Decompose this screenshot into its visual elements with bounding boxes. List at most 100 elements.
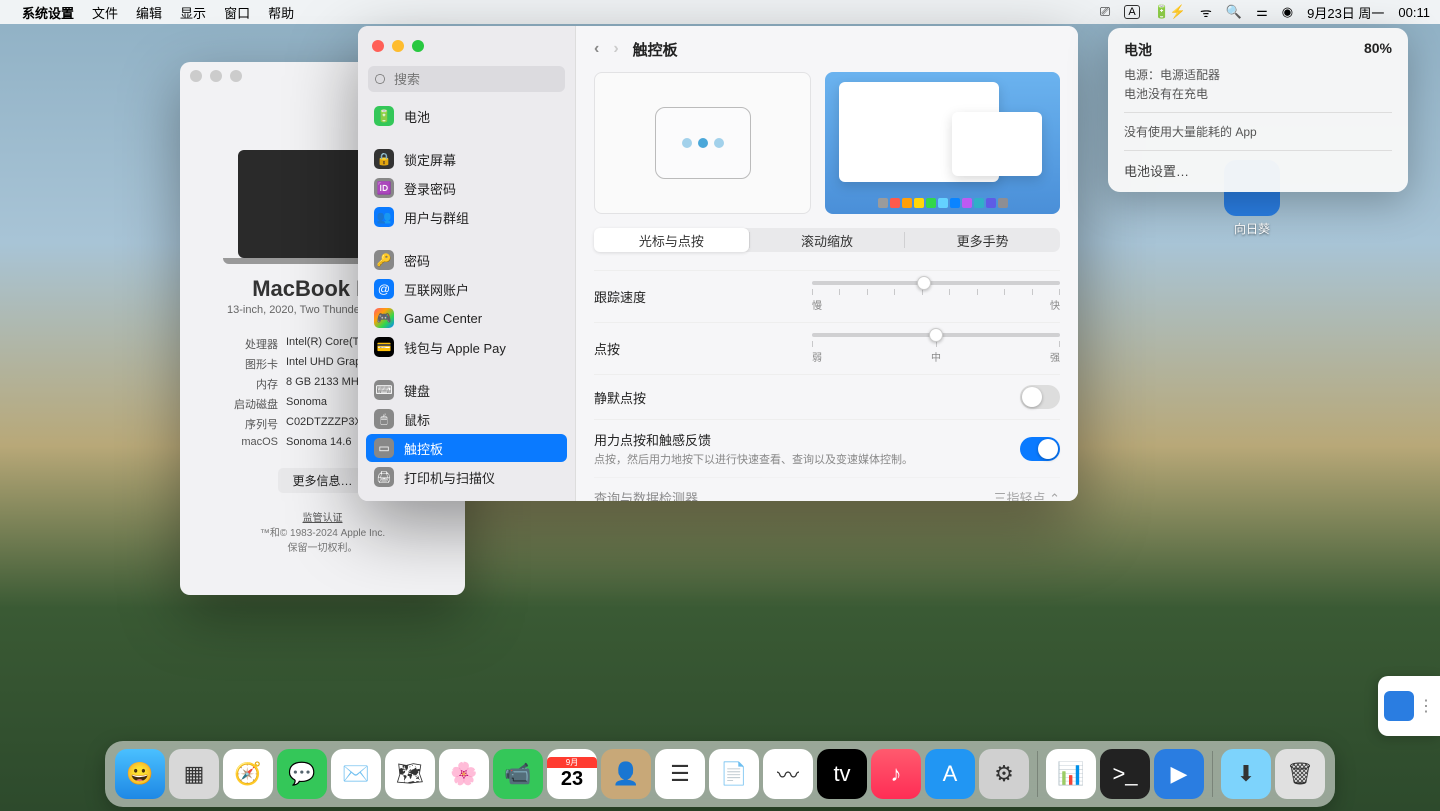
back-button[interactable]: ‹ bbox=[594, 40, 599, 58]
sidebar-icon: ▭ bbox=[374, 438, 394, 458]
battery-not-charging: 电池没有在充电 bbox=[1124, 85, 1392, 102]
sidebar-item-用户与群组[interactable]: 👥用户与群组 bbox=[366, 203, 567, 231]
force-click-label: 用力点按和触感反馈 bbox=[594, 430, 913, 449]
menu-file[interactable]: 文件 bbox=[92, 3, 118, 22]
page-title: 触控板 bbox=[633, 39, 678, 60]
dock-launchpad[interactable]: ▦ bbox=[169, 749, 219, 799]
dock-mail[interactable]: ✉️ bbox=[331, 749, 381, 799]
sidebar-item-触控板[interactable]: ▭ 触控板 bbox=[366, 434, 567, 462]
sidebar-item-互联网账户[interactable]: @互联网账户 bbox=[366, 275, 567, 303]
regulatory-link[interactable]: 监管认证 bbox=[303, 513, 343, 524]
dock-appstore[interactable]: A bbox=[925, 749, 975, 799]
screen-mirror-icon[interactable]: ⎚ bbox=[1100, 4, 1110, 20]
sidebar-label: 互联网账户 bbox=[404, 280, 469, 299]
dock-photos[interactable]: 🌸 bbox=[439, 749, 489, 799]
sidebar-icon: 🔒 bbox=[374, 149, 394, 169]
sidebar-label: Game Center bbox=[404, 311, 482, 326]
battery-no-heavy-apps: 没有使用大量能耗的 App bbox=[1124, 123, 1392, 140]
input-source-icon[interactable]: A bbox=[1124, 5, 1139, 19]
more-info-button[interactable]: 更多信息… bbox=[278, 468, 366, 493]
siri-icon[interactable]: ◉ bbox=[1282, 4, 1293, 20]
settings-main: ‹ › 触控板 光标与点按 滚动缩放 bbox=[576, 26, 1078, 501]
silent-click-toggle[interactable] bbox=[1020, 385, 1060, 409]
sidebar-icon: 🆔 bbox=[374, 178, 394, 198]
sidebar-icon: 🔑 bbox=[374, 250, 394, 270]
sidebar-label: 锁定屏幕 bbox=[404, 150, 456, 169]
sidebar-item-登录密码[interactable]: 🆔登录密码 bbox=[366, 174, 567, 202]
sidebar-item-电池[interactable]: 🔋电池 bbox=[366, 102, 567, 130]
sidebar-item-锁定屏幕[interactable]: 🔒 锁定屏幕 bbox=[366, 145, 567, 173]
dock-messages[interactable]: 💬 bbox=[277, 749, 327, 799]
click-slider[interactable] bbox=[812, 333, 1060, 337]
dock-reminders[interactable]: ☰ bbox=[655, 749, 705, 799]
about-zoom-button[interactable] bbox=[230, 70, 242, 82]
sidebar-label: 密码 bbox=[404, 251, 430, 270]
search-input[interactable] bbox=[368, 66, 565, 92]
sidebar-icon: 💳 bbox=[374, 337, 394, 357]
widget-menu-icon[interactable]: ⋮ bbox=[1418, 696, 1434, 716]
close-button[interactable] bbox=[372, 40, 384, 52]
dock-tv[interactable]: tv bbox=[817, 749, 867, 799]
dock: 😀▦🧭💬✉️🗺🌸📹9月23👤☰📄〰tv♪A⚙ 📊>_▶ ⬇🗑 bbox=[105, 741, 1335, 807]
control-center-icon[interactable]: ⚌ bbox=[1256, 4, 1268, 20]
wifi-icon[interactable]: ᯤ bbox=[1200, 3, 1212, 21]
silent-click-label: 静默点按 bbox=[594, 388, 646, 407]
menu-edit[interactable]: 编辑 bbox=[136, 3, 162, 22]
sidebar-label: 触控板 bbox=[404, 439, 443, 458]
battery-title: 电池 bbox=[1124, 40, 1152, 60]
menu-help[interactable]: 帮助 bbox=[268, 3, 294, 22]
zoom-button[interactable] bbox=[412, 40, 424, 52]
tracking-speed-slider[interactable] bbox=[812, 281, 1060, 285]
minimize-button[interactable] bbox=[392, 40, 404, 52]
dock-facetime[interactable]: 📹 bbox=[493, 749, 543, 799]
force-click-toggle[interactable] bbox=[1020, 437, 1060, 461]
sidebar-item-密码[interactable]: 🔑 密码 bbox=[366, 246, 567, 274]
dock-downloads[interactable]: ⬇ bbox=[1221, 749, 1271, 799]
dock-sunflower[interactable]: ▶ bbox=[1154, 749, 1204, 799]
sidebar-item-鼠标[interactable]: 🖱鼠标 bbox=[366, 405, 567, 433]
battery-icon[interactable]: 🔋⚡ bbox=[1154, 4, 1186, 20]
dock-finder[interactable]: 😀 bbox=[115, 749, 165, 799]
sidebar-item-钱包与 Apple Pay[interactable]: 💳钱包与 Apple Pay bbox=[366, 333, 567, 361]
tab-scroll-zoom[interactable]: 滚动缩放 bbox=[750, 228, 905, 252]
sidebar-list[interactable]: 🔋电池 🔒 锁定屏幕 🆔登录密码👥用户与群组 🔑 密码 @互联网账户🎮Game Center… bbox=[358, 102, 575, 501]
menu-view[interactable]: 显示 bbox=[180, 3, 206, 22]
dock-calendar[interactable]: 9月23 bbox=[547, 749, 597, 799]
dock-activity[interactable]: 📊 bbox=[1046, 749, 1096, 799]
sidebar-item-打印机与扫描仪[interactable]: 🖨打印机与扫描仪 bbox=[366, 463, 567, 491]
sidebar-item-Game Center[interactable]: 🎮Game Center bbox=[366, 304, 567, 332]
dock-notes[interactable]: 📄 bbox=[709, 749, 759, 799]
tab-more-gestures[interactable]: 更多手势 bbox=[905, 228, 1060, 252]
dock-maps[interactable]: 🗺 bbox=[385, 749, 435, 799]
dock-safari[interactable]: 🧭 bbox=[223, 749, 273, 799]
tracking-speed-label: 跟踪速度 bbox=[594, 287, 646, 306]
about-close-button[interactable] bbox=[190, 70, 202, 82]
menubar-date[interactable]: 9月23日 周一 bbox=[1307, 3, 1384, 22]
tab-control[interactable]: 光标与点按 滚动缩放 更多手势 bbox=[594, 228, 1060, 252]
tab-point-click[interactable]: 光标与点按 bbox=[594, 228, 749, 252]
menubar-time[interactable]: 00:11 bbox=[1398, 5, 1430, 20]
copyright-text: ™和© 1983-2024 Apple Inc. bbox=[260, 528, 385, 539]
side-widget[interactable]: ⋮ bbox=[1378, 676, 1440, 736]
menu-window[interactable]: 窗口 bbox=[224, 3, 250, 22]
lookup-value[interactable]: 三指轻点 ⌃ bbox=[993, 488, 1060, 501]
dock-terminal[interactable]: >_ bbox=[1100, 749, 1150, 799]
spotlight-icon[interactable]: 🔍 bbox=[1226, 4, 1242, 20]
dock-settings[interactable]: ⚙ bbox=[979, 749, 1029, 799]
settings-sidebar: 🔋电池 🔒 锁定屏幕 🆔登录密码👥用户与群组 🔑 密码 @互联网账户🎮Game Center… bbox=[358, 26, 576, 501]
menubar: 系统设置 文件 编辑 显示 窗口 帮助 ⎚ A 🔋⚡ ᯤ 🔍 ⚌ ◉ 9月23日… bbox=[0, 0, 1440, 24]
dock-contacts[interactable]: 👤 bbox=[601, 749, 651, 799]
dock-freeform[interactable]: 〰 bbox=[763, 749, 813, 799]
forward-button[interactable]: › bbox=[613, 40, 618, 58]
app-menu[interactable]: 系统设置 bbox=[22, 3, 74, 22]
dock-trash[interactable]: 🗑 bbox=[1275, 749, 1325, 799]
sidebar-label: 键盘 bbox=[404, 381, 430, 400]
about-minimize-button[interactable] bbox=[210, 70, 222, 82]
dock-music[interactable]: ♪ bbox=[871, 749, 921, 799]
sidebar-item-键盘[interactable]: ⌨键盘 bbox=[366, 376, 567, 404]
system-settings-window: 🔋电池 🔒 锁定屏幕 🆔登录密码👥用户与群组 🔑 密码 @互联网账户🎮Game Center… bbox=[358, 26, 1078, 501]
sidebar-icon: 👥 bbox=[374, 207, 394, 227]
battery-percent: 80% bbox=[1364, 40, 1392, 60]
battery-settings-link[interactable]: 电池设置… bbox=[1124, 161, 1392, 180]
sidebar-label: 电池 bbox=[404, 107, 430, 126]
